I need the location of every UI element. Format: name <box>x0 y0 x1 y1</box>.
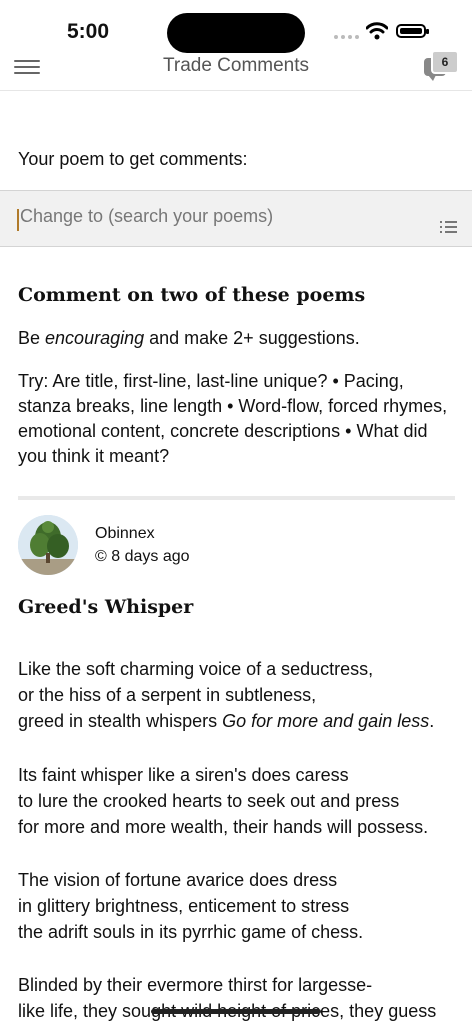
poem-stanza: The vision of fortune avarice does dress… <box>18 867 468 945</box>
cellular-signal-icon <box>334 35 359 39</box>
page-title: Trade Comments <box>162 55 310 76</box>
poem-stanza: Blinded by their evermore thirst for lar… <box>18 972 468 1024</box>
poem-stanza: Its faint whisper like a siren's does ca… <box>18 762 468 840</box>
poem-line-start: greed in stealth whispers <box>18 711 223 731</box>
comments-button[interactable]: 6 <box>424 50 460 84</box>
poem-search-input[interactable] <box>20 206 420 227</box>
poem-line: the adrift souls in its pyrrhic game of … <box>18 922 364 942</box>
wifi-icon <box>366 22 388 40</box>
encourage-prefix: Be <box>18 328 46 348</box>
encouragement-text: Be encouraging and make 2+ suggestions. <box>18 328 360 349</box>
dynamic-island <box>167 13 305 53</box>
divider <box>18 496 455 500</box>
tree-avatar-image <box>18 515 78 575</box>
poem-line-end: . <box>429 711 435 731</box>
comments-badge: 6 <box>431 50 459 74</box>
status-time: 5:00 <box>67 20 110 43</box>
poem-line: for more and more wealth, their hands wi… <box>18 817 429 837</box>
section-heading: Comment on two of these poems <box>18 284 366 306</box>
poem-search-box[interactable] <box>0 190 472 247</box>
post-timestamp: © 8 days ago <box>95 548 190 565</box>
poem-title: Greed's Whisper <box>18 596 194 618</box>
encourage-suffix: and make 2+ suggestions. <box>144 328 360 348</box>
avatar[interactable] <box>18 515 78 575</box>
text-cursor <box>17 209 19 231</box>
poem-line: in glittery brightness, enticement to st… <box>18 896 350 916</box>
battery-icon <box>396 24 429 38</box>
list-icon[interactable] <box>440 221 457 235</box>
poem-line-italic: Go for more and gain less <box>222 711 430 731</box>
status-bar: 5:00 <box>0 0 472 53</box>
poem-stanza: Like the soft charming voice of a seduct… <box>18 656 468 734</box>
poem-line: Blinded by their evermore thirst for lar… <box>18 975 373 995</box>
tips-text: Try: Are title, first-line, last-line un… <box>18 371 448 466</box>
poem-line: Its faint whisper like a siren's does ca… <box>18 765 349 785</box>
poem-line: to lure the crooked hearts to seek out a… <box>18 791 400 811</box>
poem-line: The vision of fortune avarice does dress <box>18 870 338 890</box>
author-name[interactable]: Obinnex <box>95 525 155 543</box>
poem-line: or the hiss of a serpent in subtleness, <box>18 685 317 705</box>
poem-line: greed in stealth whispers Go for more an… <box>18 708 468 734</box>
home-indicator <box>151 1009 321 1014</box>
your-poem-label: Your poem to get comments: <box>18 149 248 169</box>
poem-line: Like the soft charming voice of a seduct… <box>18 659 374 679</box>
encourage-emphasis: encouraging <box>45 328 145 348</box>
navigation-bar: Trade Comments 6 <box>0 50 472 91</box>
